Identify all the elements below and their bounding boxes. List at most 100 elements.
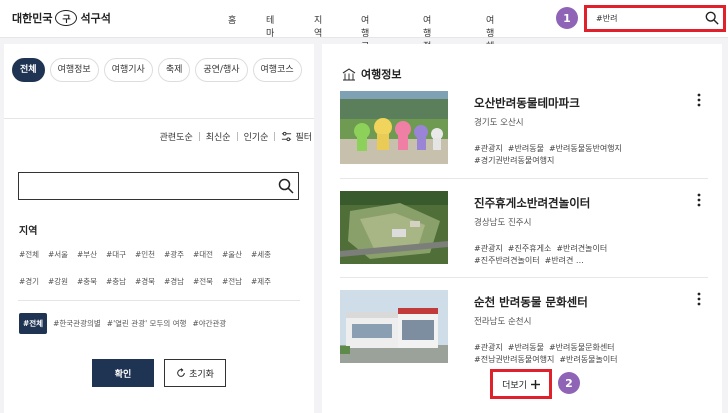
sort-separator bbox=[274, 132, 276, 141]
theme-tag[interactable]: #'열린 관광' 모두의 여행 bbox=[107, 318, 187, 329]
nav-region[interactable]: 지역 bbox=[314, 13, 322, 39]
result-thumbnail[interactable] bbox=[340, 191, 448, 264]
tag[interactable]: #반려견 … bbox=[545, 256, 584, 265]
tab-festival[interactable]: 축제 bbox=[157, 58, 191, 82]
result-location: 경상남도 진주시 bbox=[474, 218, 532, 228]
tag[interactable]: #경기권반려동물여행지 bbox=[474, 156, 554, 165]
logo-mark: 구 bbox=[55, 10, 78, 26]
region-tag[interactable]: #전남 bbox=[222, 276, 251, 287]
more-options-icon[interactable] bbox=[696, 292, 702, 306]
region-tags: #전체 #서울 #부산 #대구 #인천 #광주 #대전 #울산 #세종 #경기 … bbox=[19, 249, 304, 303]
tab-travel-course[interactable]: 여행코스 bbox=[252, 58, 302, 82]
theme-tags: #전체 #한국관광의별 #'열린 관광' 모두의 여행 #야간관광 bbox=[19, 313, 226, 334]
tag[interactable]: #반려동물동반여행지 bbox=[549, 144, 622, 153]
filter-options: 지역 #전체 #서울 #부산 #대구 #인천 #광주 #대전 #울산 #세종 #… bbox=[4, 156, 314, 413]
region-tag[interactable]: #충남 bbox=[106, 276, 135, 287]
result-tags: #관광지 #반려동물 #반려동물동반여행지 #경기권반려동물여행지 bbox=[474, 143, 694, 167]
tab-performance-event[interactable]: 공연/행사 bbox=[195, 58, 248, 82]
result-thumbnail[interactable] bbox=[340, 91, 448, 164]
reset-label: 초기화 bbox=[189, 368, 214, 379]
theme-tag-all[interactable]: #전체 bbox=[19, 313, 48, 334]
tag[interactable]: #반려동물문화센터 bbox=[549, 343, 615, 352]
region-tag[interactable]: #제주 bbox=[251, 276, 280, 287]
reset-button[interactable]: 초기화 bbox=[164, 359, 226, 387]
tag[interactable]: #전남권반려동물여행지 bbox=[474, 355, 554, 364]
region-tag[interactable]: #세종 bbox=[251, 249, 280, 260]
search-icon[interactable] bbox=[705, 11, 719, 25]
park-photo bbox=[340, 91, 448, 164]
filter-button[interactable]: 필터 bbox=[295, 130, 312, 143]
result-tags: #관광지 #진주휴게소 #반려견놀이터 #진주반려견놀이터 #반려견 … bbox=[474, 243, 694, 267]
result-location: 경기도 오산시 bbox=[474, 118, 524, 128]
results-panel: 여행정보 오산반려동물테마파크 경기도 오산시 #관광지 #반려동물 #반려동물동반… bbox=[322, 44, 722, 413]
theme-tag[interactable]: #야간관광 bbox=[192, 318, 226, 329]
region-tag[interactable]: #서울 bbox=[48, 249, 77, 260]
sort-separator bbox=[236, 132, 238, 141]
region-tag[interactable]: #경북 bbox=[135, 276, 164, 287]
result-title[interactable]: 순천 반려동물 문화센터 bbox=[474, 294, 588, 310]
section-title-text: 여행정보 bbox=[361, 68, 402, 81]
tab-travel-info[interactable]: 여행정보 bbox=[49, 58, 99, 82]
region-tag[interactable]: #경기 bbox=[19, 276, 48, 287]
theme-tag[interactable]: #한국관광의별 bbox=[53, 318, 101, 329]
tag[interactable]: #반려동물놀이터 bbox=[559, 355, 617, 364]
site-logo[interactable]: 대한민국 구 석구석 bbox=[12, 10, 111, 26]
tag[interactable]: #반려견놀이터 bbox=[556, 244, 607, 253]
sort-popular[interactable]: 인기순 bbox=[244, 130, 269, 143]
region-tag[interactable]: #전북 bbox=[193, 276, 222, 287]
filter-icon[interactable] bbox=[281, 131, 292, 142]
building-icon bbox=[342, 67, 356, 81]
load-more-label: 더보기 bbox=[502, 380, 527, 391]
search-filter-panel: 전체 여행정보 여행기사 축제 공연/행사 여행코스 관련도순 최신순 인기순 … bbox=[4, 44, 314, 413]
tag[interactable]: #진주반려견놀이터 bbox=[474, 256, 540, 265]
result-location: 전라남도 순천시 bbox=[474, 317, 532, 327]
tag[interactable]: #관광지 bbox=[474, 244, 503, 253]
search-icon[interactable] bbox=[278, 178, 294, 194]
result-title[interactable]: 진주휴게소반려견놀이터 bbox=[474, 195, 590, 211]
tab-all[interactable]: 전체 bbox=[12, 58, 45, 82]
item-divider bbox=[340, 178, 708, 179]
tag[interactable]: #반려동물 bbox=[508, 144, 544, 153]
more-options-icon[interactable] bbox=[696, 93, 702, 107]
region-title: 지역 bbox=[19, 226, 38, 237]
item-divider bbox=[340, 277, 708, 278]
plus-icon bbox=[530, 379, 540, 389]
site-header: 대한민국 구 석구석 홈 테마 지역 여행코스 여행정보 여행혜택 #반려 bbox=[0, 0, 728, 65]
sort-latest[interactable]: 최신순 bbox=[206, 130, 231, 143]
aerial-photo bbox=[340, 191, 448, 264]
nav-theme[interactable]: 테마 bbox=[266, 13, 274, 39]
region-tag[interactable]: #대전 bbox=[193, 249, 222, 260]
section-title: 여행정보 bbox=[342, 66, 401, 82]
result-tags: #관광지 #반려동물 #반려동물문화센터 #전남권반려동물여행지 #반려동물놀이터 bbox=[474, 342, 694, 366]
region-tag[interactable]: #울산 bbox=[222, 249, 251, 260]
result-title[interactable]: 오산반려동물테마파크 bbox=[474, 95, 580, 111]
region-tag[interactable]: #인천 bbox=[135, 249, 164, 260]
more-options-icon[interactable] bbox=[696, 193, 702, 207]
tag[interactable]: #관광지 bbox=[474, 343, 503, 352]
region-tag[interactable]: #전체 bbox=[19, 249, 48, 260]
confirm-button[interactable]: 확인 bbox=[92, 359, 154, 387]
tag[interactable]: #반려동물 bbox=[508, 343, 544, 352]
result-thumbnail[interactable] bbox=[340, 290, 448, 363]
region-tag[interactable]: #부산 bbox=[77, 249, 106, 260]
header-search-input[interactable]: #반려 bbox=[584, 5, 726, 32]
sort-relevance[interactable]: 관련도순 bbox=[160, 130, 193, 143]
nav-home[interactable]: 홈 bbox=[228, 13, 236, 26]
category-tabs: 전체 여행정보 여행기사 축제 공연/행사 여행코스 bbox=[12, 58, 302, 82]
tabs-divider bbox=[4, 118, 314, 119]
logo-sub: 석구석 bbox=[80, 12, 111, 25]
tag[interactable]: #관광지 bbox=[474, 144, 503, 153]
region-tag[interactable]: #대구 bbox=[106, 249, 135, 260]
region-tag[interactable]: #강원 bbox=[48, 276, 77, 287]
region-tag[interactable]: #충북 bbox=[77, 276, 106, 287]
step-badge-1: 1 bbox=[556, 7, 578, 29]
tab-travel-articles[interactable]: 여행기사 bbox=[103, 58, 153, 82]
load-more-button[interactable]: 더보기 bbox=[490, 369, 552, 399]
step-badge-2: 2 bbox=[558, 372, 580, 394]
region-tag[interactable]: #경남 bbox=[164, 276, 193, 287]
tag[interactable]: #진주휴게소 bbox=[508, 244, 552, 253]
filter-search-input[interactable] bbox=[18, 172, 299, 200]
region-tag[interactable]: #광주 bbox=[164, 249, 193, 260]
refresh-icon bbox=[177, 368, 185, 377]
sort-separator bbox=[198, 132, 200, 141]
